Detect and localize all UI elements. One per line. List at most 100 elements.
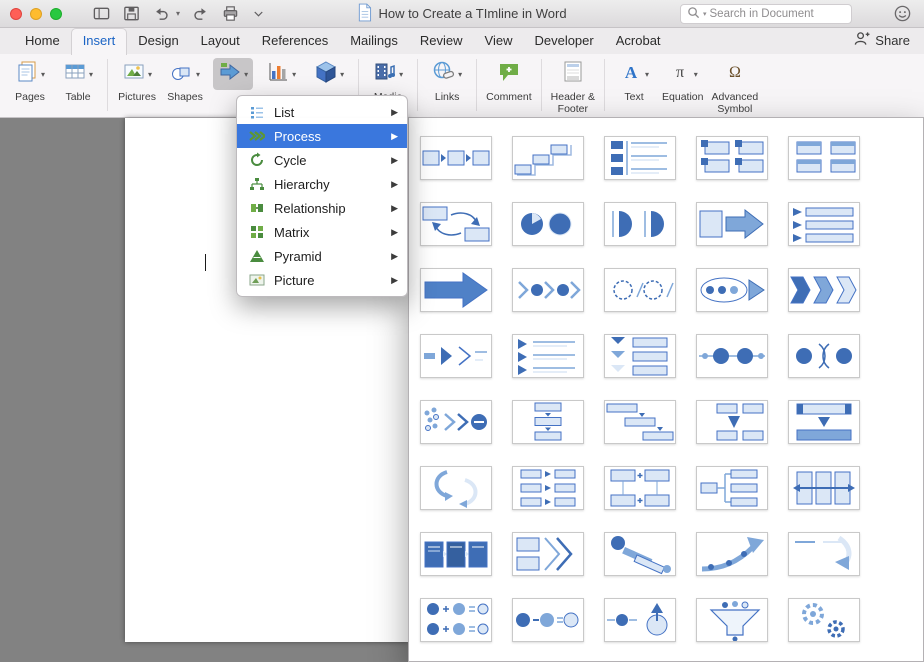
- linked-circles-thumbnail[interactable]: [696, 334, 768, 378]
- 3d-model-button[interactable]: ▾: [309, 58, 349, 90]
- pie-circles-thumbnail[interactable]: [512, 202, 584, 246]
- oval-arrow-thumbnail[interactable]: [696, 268, 768, 312]
- smartart-button[interactable]: ▾: [213, 58, 254, 90]
- swoosh-arrow-thumbnail[interactable]: [788, 532, 860, 576]
- grid-flow-thumbnail[interactable]: [696, 400, 768, 444]
- basic-process-thumbnail[interactable]: [420, 136, 492, 180]
- redo-icon[interactable]: [191, 4, 210, 23]
- box-arrow-thumbnail[interactable]: [696, 202, 768, 246]
- circle-diag-bars-thumbnail[interactable]: [604, 532, 676, 576]
- circle-chevrons-thumbnail[interactable]: [512, 268, 584, 312]
- s-arrows-thumbnail[interactable]: [420, 466, 492, 510]
- paren-circles-thumbnail[interactable]: [788, 334, 860, 378]
- tab-view[interactable]: View: [474, 29, 524, 54]
- tab-review[interactable]: Review: [409, 29, 474, 54]
- pages-button[interactable]: ▾ Pages: [10, 58, 50, 103]
- big-arrow-thumbnail[interactable]: [420, 268, 492, 312]
- flow-down-thumbnail[interactable]: [512, 400, 584, 444]
- menu-item-label: Matrix: [274, 224, 310, 240]
- dark-boxes-thumbnail[interactable]: [420, 532, 492, 576]
- bars-arrows-thumbnail[interactable]: [788, 202, 860, 246]
- chevron-list-thumbnail[interactable]: [788, 268, 860, 312]
- equation-button[interactable]: π ▾ Equation: [662, 58, 703, 104]
- bars-down-thumbnail[interactable]: [788, 400, 860, 444]
- plus-boxes-thumbnail[interactable]: [604, 466, 676, 510]
- tab-insert[interactable]: Insert: [70, 28, 128, 55]
- advanced-symbol-button[interactable]: Ω Advanced Symbol: [711, 58, 758, 116]
- up-arrow-circles-thumbnail[interactable]: [604, 598, 676, 642]
- dots-chevron-circle-thumbnail[interactable]: [420, 400, 492, 444]
- links-button[interactable]: ▾ Links: [427, 58, 467, 103]
- stagger-flow-thumbnail[interactable]: [604, 400, 676, 444]
- dashed-circles-thumbnail[interactable]: [604, 268, 676, 312]
- tab-acrobat[interactable]: Acrobat: [605, 29, 672, 54]
- save-icon[interactable]: [122, 4, 141, 23]
- loop-boxes-thumbnail[interactable]: [420, 202, 492, 246]
- dropdown-caret-icon: ▾: [176, 9, 181, 18]
- search-box[interactable]: ▾ Search in Document: [680, 4, 852, 24]
- group-separator: [417, 59, 419, 111]
- submenu-arrow-icon: ▶: [391, 226, 398, 237]
- print-icon[interactable]: [221, 4, 240, 23]
- zoom-button[interactable]: [50, 7, 62, 20]
- tab-layout[interactable]: Layout: [190, 29, 251, 54]
- minus-circles-thumbnail[interactable]: [512, 598, 584, 642]
- minimize-button[interactable]: [30, 7, 42, 20]
- share-button[interactable]: Share: [853, 31, 910, 54]
- vchevron-list-thumbnail[interactable]: [604, 334, 676, 378]
- symbol-icon: Ω: [723, 60, 747, 89]
- tab-home[interactable]: Home: [14, 29, 71, 54]
- close-button[interactable]: [10, 7, 22, 20]
- menu-item-label: Cycle: [274, 152, 307, 168]
- submenu-arrow-icon: ▶: [391, 250, 398, 261]
- shapes-button[interactable]: ▾ Shapes: [165, 58, 205, 103]
- menu-item-cycle[interactable]: Cycle ▶: [237, 148, 407, 172]
- menu-item-matrix[interactable]: Matrix ▶: [237, 220, 407, 244]
- header-footer-button[interactable]: Header & Footer: [551, 58, 595, 115]
- alt-boxes-thumbnail[interactable]: [696, 136, 768, 180]
- tab-mailings[interactable]: Mailings: [339, 29, 409, 54]
- pages-icon: [15, 60, 39, 89]
- flow-grid-thumbnail[interactable]: [512, 466, 584, 510]
- button-label: Header & Footer: [550, 91, 596, 116]
- toolbar-more-icon[interactable]: [251, 4, 266, 23]
- chevron-lines-thumbnail[interactable]: [512, 334, 584, 378]
- step-process-thumbnail[interactable]: [512, 136, 584, 180]
- org-grid-thumbnail[interactable]: [696, 466, 768, 510]
- menu-item-list[interactable]: List ▶: [237, 100, 407, 124]
- funnel-thumbnail[interactable]: [696, 598, 768, 642]
- tab-developer[interactable]: Developer: [523, 29, 604, 54]
- tab-bar: Home Insert Design Layout References Mailings…: [0, 28, 924, 55]
- undo-icon[interactable]: [152, 4, 171, 23]
- document-title: How to Create a TImline in Word: [378, 6, 567, 21]
- text-button[interactable]: A ▾ Text: [614, 58, 654, 104]
- dash-chevron-thumbnail[interactable]: [420, 334, 492, 378]
- tab-references[interactable]: References: [251, 29, 339, 54]
- gears-thumbnail[interactable]: [788, 598, 860, 642]
- accent-boxes-thumbnail[interactable]: [788, 136, 860, 180]
- cycle-icon: [248, 152, 266, 168]
- menu-item-picture[interactable]: Picture ▶: [237, 268, 407, 292]
- menu-item-process[interactable]: Process ▶: [237, 124, 407, 148]
- dropdown-caret-icon: ▾: [41, 69, 46, 79]
- dropdown-caret-icon: ▾: [148, 69, 153, 79]
- search-placeholder: Search in Document: [709, 8, 814, 20]
- feedback-smiley-icon[interactable]: [893, 4, 912, 28]
- table-button[interactable]: ▾ Table: [58, 58, 98, 103]
- menu-item-relationship[interactable]: Relationship ▶: [237, 196, 407, 220]
- view-icon[interactable]: [92, 4, 111, 23]
- comment-button[interactable]: Comment: [486, 58, 532, 103]
- panels-arrow-thumbnail[interactable]: [788, 466, 860, 510]
- pictures-button[interactable]: ▾ Pictures: [117, 58, 157, 103]
- boxes-arrow-thumbnail[interactable]: [512, 532, 584, 576]
- menu-item-pyramid[interactable]: Pyramid ▶: [237, 244, 407, 268]
- tab-design[interactable]: Design: [127, 29, 189, 54]
- smartart-process-gallery: [408, 117, 924, 662]
- share-icon: [853, 31, 870, 49]
- chart-button[interactable]: ▾: [261, 58, 301, 90]
- ascend-arrow-thumbnail[interactable]: [696, 532, 768, 576]
- half-circles-thumbnail[interactable]: [604, 202, 676, 246]
- circles-plus-thumbnail[interactable]: [420, 598, 492, 642]
- menu-item-hierarchy[interactable]: Hierarchy ▶: [237, 172, 407, 196]
- accent-list-thumbnail[interactable]: [604, 136, 676, 180]
